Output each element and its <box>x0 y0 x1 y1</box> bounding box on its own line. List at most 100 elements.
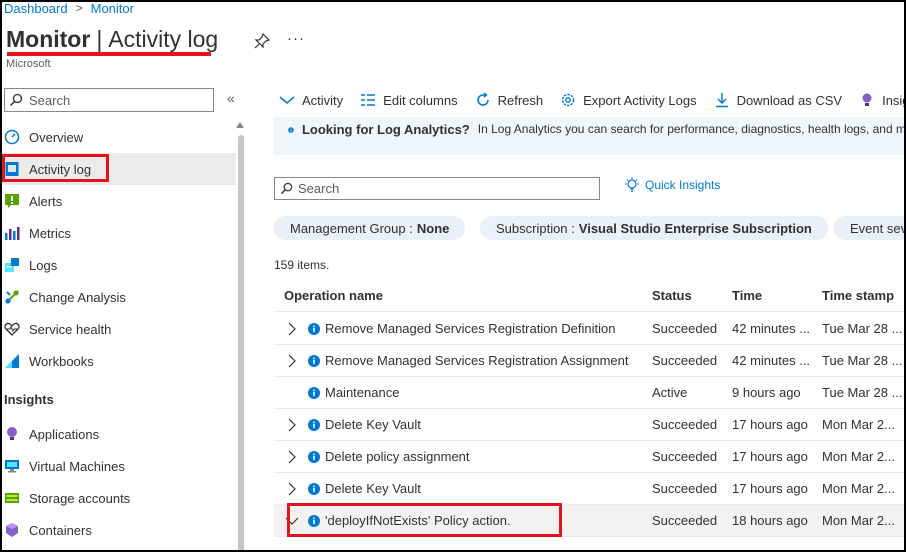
storage-icon <box>5 493 19 503</box>
logs-icon <box>5 258 19 272</box>
chevron-down-icon <box>279 96 295 104</box>
chevron-right-icon[interactable] <box>286 322 298 336</box>
table-row[interactable]: Delete Key Vault Succeeded 17 hours ago … <box>274 409 906 441</box>
sidebar-item-virtual-machines[interactable]: Virtual Machines <box>0 450 236 482</box>
more-options-button[interactable]: ··· <box>287 30 305 47</box>
cell-operation[interactable]: Maintenance <box>325 377 399 409</box>
containers-icon <box>6 523 18 537</box>
page-title-main: Monitor <box>6 26 91 52</box>
filter-management-group[interactable]: Management Group : None <box>274 216 466 240</box>
main-search[interactable] <box>274 177 600 200</box>
change-analysis-icon <box>5 290 19 304</box>
cell-time-stamp: Tue Mar 28 ... <box>822 353 903 368</box>
search-icon <box>280 182 293 195</box>
sidebar-item-containers[interactable]: Containers <box>0 514 236 546</box>
refresh-label: Refresh <box>497 92 544 108</box>
table-row[interactable]: Delete policy assignment Succeeded 17 ho… <box>274 441 906 473</box>
sidebar-item-workbooks[interactable]: Workbooks <box>0 345 236 377</box>
breadcrumb-monitor[interactable]: Monitor <box>91 1 134 16</box>
cell-operation[interactable]: Remove Managed Services Registration Ass… <box>325 345 628 377</box>
refresh-button[interactable]: Refresh <box>474 91 544 109</box>
main-search-input[interactable] <box>298 181 588 196</box>
sidebar-item-label: Metrics <box>29 225 71 241</box>
cell-operation[interactable]: 'deployIfNotExists' Policy action. <box>325 505 511 537</box>
chevron-right-icon[interactable] <box>286 450 298 464</box>
pin-icon[interactable] <box>253 32 271 50</box>
lightbulb-icon <box>862 93 872 106</box>
sidebar-item-alerts[interactable]: Alerts <box>0 185 236 217</box>
sidebar-search[interactable] <box>4 88 214 112</box>
insights-label: Insigh <box>882 92 906 108</box>
filter-subscription[interactable]: Subscription : Visual Studio Enterprise S… <box>480 216 828 240</box>
alerts-icon <box>5 194 19 208</box>
sidebar-item-logs[interactable]: Logs <box>0 249 236 281</box>
table-row[interactable]: Delete Key Vault Succeeded 17 hours ago … <box>274 473 906 505</box>
filter-event-severity[interactable]: Event seve <box>834 216 906 240</box>
sidebar-item-label: Alerts <box>29 193 63 209</box>
sidebar-item-storage-accounts[interactable]: Storage accounts <box>0 482 236 514</box>
sidebar-item-label: Overview <box>29 129 84 145</box>
export-activity-logs-button[interactable]: Export Activity Logs <box>559 91 697 109</box>
sidebar-item-activity-log[interactable]: Activity log <box>0 153 236 185</box>
chevron-down-icon[interactable] <box>285 515 299 527</box>
sidebar-scroll-up[interactable] <box>236 122 244 128</box>
cell-status: Active <box>652 385 688 400</box>
search-icon <box>9 93 23 107</box>
page-title: Monitor | Activity log <box>6 26 218 53</box>
lightbulb-icon <box>7 427 17 440</box>
sidebar-item-label: Virtual Machines <box>29 458 125 474</box>
sidebar-scrollbar[interactable] <box>238 135 244 552</box>
info-icon <box>288 127 294 133</box>
table-row[interactable]: Remove Managed Services Registration Ass… <box>274 345 906 377</box>
cell-time-stamp: Mon Mar 2... <box>822 417 895 432</box>
refresh-icon <box>476 92 489 106</box>
cell-operation[interactable]: Delete policy assignment <box>325 441 470 473</box>
breadcrumb-dashboard[interactable]: Dashboard <box>4 1 68 16</box>
table-row[interactable]: Maintenance Active 9 hours ago Tue Mar 2… <box>274 377 906 409</box>
column-status[interactable]: Status <box>652 280 692 312</box>
title-highlight-underline <box>7 52 211 56</box>
filter-label: Management Group : <box>290 220 413 236</box>
cell-operation[interactable]: Delete Key Vault <box>325 409 421 441</box>
sidebar-search-input[interactable] <box>29 92 199 108</box>
insights-button[interactable]: Insigh <box>858 91 906 109</box>
table-header: Operation name Status Time Time stamp <box>274 280 906 312</box>
filter-value: Visual Studio Enterprise Subscription <box>578 220 812 236</box>
sidebar-item-label: Storage accounts <box>29 490 131 506</box>
vm-icon <box>5 460 19 473</box>
sidebar-item-metrics[interactable]: Metrics <box>0 217 236 249</box>
command-bar: Activity Edit columns Refresh Export Act… <box>270 88 906 112</box>
quick-insights-link[interactable]: Quick Insights <box>624 177 720 193</box>
cell-operation[interactable]: Remove Managed Services Registration Def… <box>325 313 615 345</box>
column-time-stamp[interactable]: Time stamp <box>822 280 894 312</box>
cell-status: Succeeded <box>652 417 718 432</box>
table-row-selected[interactable]: 'deployIfNotExists' Policy action. Succe… <box>274 505 906 537</box>
sidebar-item-applications[interactable]: Applications <box>0 418 236 450</box>
chevron-right-icon[interactable] <box>286 418 298 432</box>
sidebar-item-service-health[interactable]: Service health <box>0 313 236 345</box>
columns-icon <box>361 94 376 106</box>
edit-columns-button[interactable]: Edit columns <box>359 91 458 109</box>
sidebar-item-change-analysis[interactable]: Change Analysis <box>0 281 236 313</box>
cell-operation[interactable]: Delete Key Vault <box>325 473 421 505</box>
table-row[interactable]: Remove Managed Services Registration Def… <box>274 313 906 345</box>
column-time[interactable]: Time <box>732 280 762 312</box>
info-icon <box>308 355 320 367</box>
metrics-icon <box>5 227 20 240</box>
chevron-right-icon[interactable] <box>286 482 298 496</box>
download-csv-button[interactable]: Download as CSV <box>713 91 842 109</box>
sidebar-item-label: Change Analysis <box>29 289 126 305</box>
collapse-sidebar-button[interactable]: « <box>227 90 235 106</box>
sidebar-item-label: Activity log <box>29 161 92 177</box>
column-operation-name[interactable]: Operation name <box>284 280 383 312</box>
info-bar-title: Looking for Log Analytics? <box>301 122 470 137</box>
cell-time: 18 hours ago <box>732 513 808 528</box>
sidebar-item-overview[interactable]: Overview <box>0 121 236 153</box>
items-count: 159 items. <box>274 258 330 272</box>
chevron-right-icon[interactable] <box>286 354 298 368</box>
gear-icon <box>561 93 575 107</box>
cell-time: 42 minutes ... <box>732 321 811 336</box>
activity-button[interactable]: Activity <box>278 91 343 109</box>
workbooks-icon <box>5 354 19 368</box>
cell-status: Succeeded <box>652 481 718 496</box>
